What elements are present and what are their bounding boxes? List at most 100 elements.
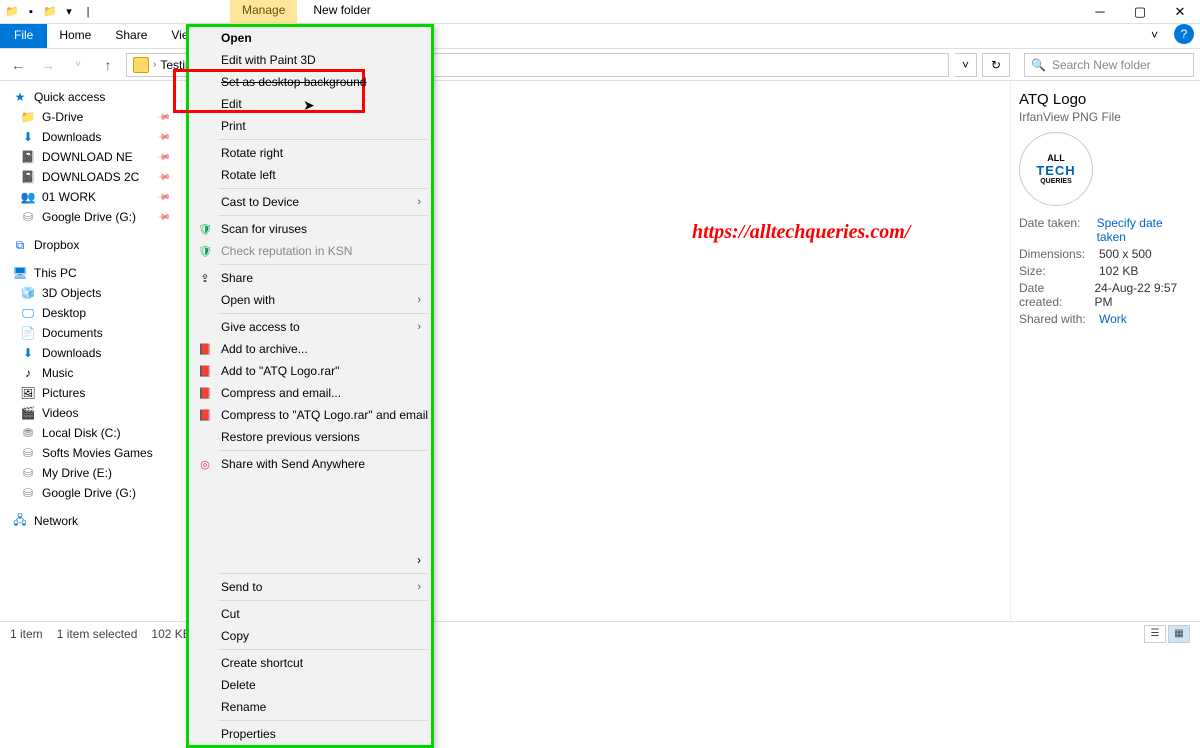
view-large-icons-button[interactable]: ▦ <box>1168 625 1190 643</box>
search-placeholder: Search New folder <box>1052 58 1151 72</box>
sidebar-item-3d-objects[interactable]: 🧊3D Objects <box>0 283 181 303</box>
chevron-right-icon: › <box>417 294 421 306</box>
cm-cast-to-device[interactable]: Cast to Device› <box>189 191 431 213</box>
sidebar-item-01work[interactable]: 👥01 WORK <box>0 187 181 207</box>
archive-icon: 📕 <box>197 385 213 401</box>
sidebar-dropbox[interactable]: ⧉Dropbox <box>0 235 181 255</box>
details-pane: ATQ Logo IrfanView PNG File ALL TECH QUE… <box>1010 81 1200 621</box>
cm-restore-versions[interactable]: Restore previous versions <box>189 426 431 448</box>
navigation-pane: ★Quick access 📁G-Drive ⬇Downloads 📓DOWNL… <box>0 81 182 621</box>
cm-edit[interactable]: Edit <box>189 93 431 115</box>
cm-compress-rar-email[interactable]: 📕Compress to "ATQ Logo.rar" and email <box>189 404 431 426</box>
cm-add-rar[interactable]: 📕Add to "ATQ Logo.rar" <box>189 360 431 382</box>
window-title: New folder <box>297 0 386 24</box>
sidebar-item-documents[interactable]: 📄Documents <box>0 323 181 343</box>
ribbon: File Home Share View P ˅ ? <box>0 24 1200 49</box>
cm-give-access[interactable]: Give access to› <box>189 316 431 338</box>
tab-manage[interactable]: Manage <box>230 0 297 24</box>
close-button[interactable]: ✕ <box>1160 0 1200 24</box>
cm-rotate-left[interactable]: Rotate left <box>189 164 431 186</box>
ribbon-tab-share[interactable]: Share <box>103 24 159 48</box>
details-value[interactable]: Work <box>1099 312 1127 326</box>
cm-cut[interactable]: Cut <box>189 603 431 625</box>
cm-separator <box>219 720 427 721</box>
cm-open[interactable]: Open <box>189 27 431 49</box>
sidebar-quick-access[interactable]: ★Quick access <box>0 87 181 107</box>
details-label: Shared with: <box>1019 312 1091 326</box>
chevron-right-icon: › <box>417 196 421 208</box>
sidebar-this-pc[interactable]: 🖥This PC <box>0 263 181 283</box>
sidebar-item-desktop[interactable]: 🖵Desktop <box>0 303 181 323</box>
cm-rename[interactable]: Rename <box>189 696 431 718</box>
cm-open-with[interactable]: Open with› <box>189 289 431 311</box>
view-details-button[interactable]: ☰ <box>1144 625 1166 643</box>
cm-copy[interactable]: Copy <box>189 625 431 647</box>
sidebar-item-gdrive[interactable]: 📁G-Drive <box>0 107 181 127</box>
cm-scan-viruses[interactable]: 🛡Scan for viruses <box>189 218 431 240</box>
cm-rotate-right[interactable]: Rotate right <box>189 142 431 164</box>
cm-send-anywhere[interactable]: ◎Share with Send Anywhere <box>189 453 431 475</box>
sidebar-item-downloads2[interactable]: ⬇Downloads <box>0 343 181 363</box>
cm-send-to[interactable]: Send to› <box>189 576 431 598</box>
help-icon[interactable]: ? <box>1174 24 1194 44</box>
cm-separator <box>219 188 427 189</box>
cm-add-archive[interactable]: 📕Add to archive... <box>189 338 431 360</box>
chevron-right-icon: › <box>417 321 421 333</box>
cm-properties[interactable]: Properties <box>189 723 431 745</box>
cm-edit-paint3d[interactable]: Edit with Paint 3D <box>189 49 431 71</box>
ribbon-tab-home[interactable]: Home <box>47 24 103 48</box>
sidebar-item-softs[interactable]: ⛁Softs Movies Games <box>0 443 181 463</box>
sidebar-item-pictures[interactable]: 🖼Pictures <box>0 383 181 403</box>
cm-compress-email[interactable]: 📕Compress and email... <box>189 382 431 404</box>
details-value: 500 x 500 <box>1099 247 1152 261</box>
status-bar: 1 item 1 item selected 102 KB State ☰ ▦ <box>0 621 1200 645</box>
quick-access-toolbar: 📁 ▪ 📁 ▾ | <box>0 4 100 20</box>
sidebar-network[interactable]: 🖧Network <box>0 511 181 531</box>
folder-icon: 📁 <box>4 4 20 20</box>
back-button[interactable]: ← <box>6 53 30 77</box>
archive-icon: 📕 <box>197 407 213 423</box>
recent-dropdown[interactable]: ˅ <box>66 53 90 77</box>
folder-icon: 📁 <box>20 109 36 125</box>
ribbon-tab-file[interactable]: File <box>0 24 47 48</box>
archive-icon: 📕 <box>197 363 213 379</box>
chevron-right-icon[interactable]: › <box>153 59 156 70</box>
up-button[interactable]: ↑ <box>96 53 120 77</box>
minimize-button[interactable]: ─ <box>1080 0 1120 24</box>
address-bar: ← → ˅ ↑ › Testing › New fo ˅ ↻ 🔍 Search … <box>0 49 1200 81</box>
chevron-right-icon: › <box>417 581 421 593</box>
ribbon-expand-icon[interactable]: ˅ <box>1141 24 1168 48</box>
maximize-button[interactable]: ▢ <box>1120 0 1160 24</box>
sidebar-item-downloads[interactable]: ⬇Downloads <box>0 127 181 147</box>
sidebar-item-my-drive-e[interactable]: ⛁My Drive (E:) <box>0 463 181 483</box>
cm-delete[interactable]: Delete <box>189 674 431 696</box>
sidebar-item-download-new[interactable]: 📓DOWNLOAD NE <box>0 147 181 167</box>
details-value[interactable]: Specify date taken <box>1097 216 1192 244</box>
cm-separator <box>219 649 427 650</box>
sidebar-item-music[interactable]: ♪Music <box>0 363 181 383</box>
drive-icon: ⛃ <box>20 425 36 441</box>
sidebar-item-videos[interactable]: 🎬Videos <box>0 403 181 423</box>
cm-create-shortcut[interactable]: Create shortcut <box>189 652 431 674</box>
sidebar-item-local-c[interactable]: ⛃Local Disk (C:) <box>0 423 181 443</box>
cm-set-background[interactable]: Set as desktop background <box>189 71 431 93</box>
cm-share[interactable]: ⇪Share <box>189 267 431 289</box>
cm-check-ksn[interactable]: 🛡Check reputation in KSN <box>189 240 431 262</box>
share-icon: ⇪ <box>197 270 213 286</box>
qat-dropdown-icon[interactable]: ▾ <box>61 4 77 20</box>
search-input[interactable]: 🔍 Search New folder <box>1024 53 1194 77</box>
drive-icon: ⛁ <box>20 485 36 501</box>
sidebar-item-google-drive[interactable]: ⛁Google Drive (G:) <box>0 207 181 227</box>
sidebar-item-google-drive-g[interactable]: ⛁Google Drive (G:) <box>0 483 181 503</box>
qat-btn[interactable]: ▪ <box>23 4 39 20</box>
details-value: 102 KB <box>1099 264 1138 278</box>
sidebar-item-downloads-2c[interactable]: 📓DOWNLOADS 2C <box>0 167 181 187</box>
forward-button[interactable]: → <box>36 53 60 77</box>
search-icon: 🔍 <box>1031 58 1046 72</box>
cm-print[interactable]: Print <box>189 115 431 137</box>
details-label: Size: <box>1019 264 1091 278</box>
refresh-button[interactable]: ↻ <box>982 53 1010 77</box>
address-history-dropdown[interactable]: ˅ <box>955 53 977 77</box>
download-icon: ⬇ <box>20 129 36 145</box>
computer-icon: 🖥 <box>12 265 28 281</box>
